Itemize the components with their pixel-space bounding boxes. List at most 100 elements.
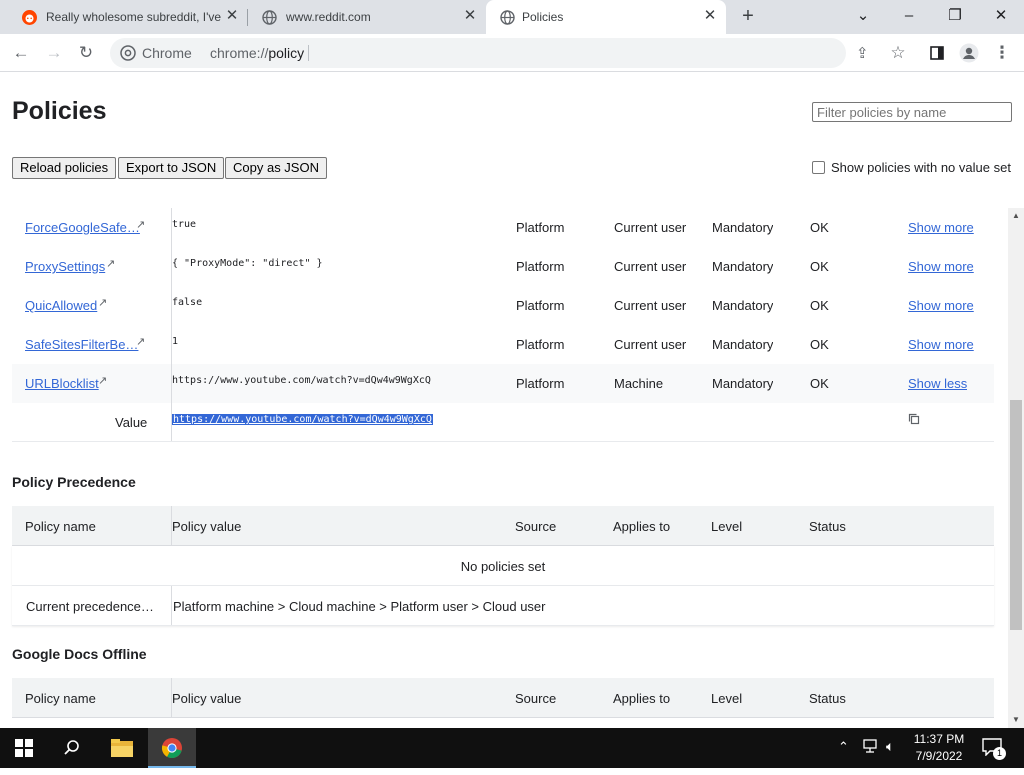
globe-icon	[262, 10, 277, 25]
show-more-link[interactable]: Show more	[908, 337, 974, 352]
notification-count-badge: 1	[993, 747, 1006, 760]
search-icon[interactable]	[48, 728, 96, 768]
policy-name-link[interactable]: ForceGoogleSafe…	[25, 220, 147, 235]
system-clock[interactable]: 11:37 PM 7/9/2022	[908, 731, 970, 765]
show-hidden-icons-chevron-icon[interactable]: ⌃	[838, 739, 849, 755]
reddit-icon	[22, 10, 37, 25]
table-header: Policy name Policy value Source Applies …	[12, 506, 994, 546]
policy-source: Platform	[516, 259, 565, 274]
policy-value: https://www.youtube.com/watch?v=dQw4w9Wg…	[172, 375, 431, 386]
table-row: ForceGoogleSafe… ↗ true Platform Current…	[12, 208, 994, 247]
column-header: Status	[809, 519, 846, 534]
show-less-link[interactable]: Show less	[908, 376, 967, 391]
show-more-link[interactable]: Show more	[908, 220, 974, 235]
policy-applies-to: Current user	[614, 337, 687, 352]
column-header: Policy name	[25, 519, 96, 534]
policy-name-link[interactable]: QuicAllowed	[25, 298, 147, 313]
section-heading: Google Docs Offline	[12, 646, 147, 662]
external-link-icon[interactable]: ↗	[136, 337, 147, 348]
column-header: Applies to	[613, 519, 671, 534]
table-row: QuicAllowed ↗ false Platform Current use…	[12, 286, 994, 325]
minimize-button[interactable]: –	[886, 0, 932, 34]
policy-tables: ForceGoogleSafe… ↗ true Platform Current…	[0, 208, 1008, 728]
external-link-icon[interactable]: ↗	[136, 220, 147, 231]
scroll-up-arrow-icon[interactable]: ▲	[1011, 211, 1021, 221]
tab-reddit[interactable]: www.reddit.com ✕	[248, 0, 486, 34]
back-button[interactable]: ←	[8, 40, 34, 66]
url-text[interactable]: chrome://policy	[210, 45, 304, 61]
bookmark-star-icon[interactable]: ☆	[885, 40, 911, 66]
close-tab-icon[interactable]: ✕	[223, 7, 241, 25]
value-label: Value	[115, 415, 148, 430]
page-scrollbar[interactable]: ▲ ▼	[1008, 208, 1024, 728]
tab-policies[interactable]: Policies ✕	[486, 0, 726, 34]
policy-status: OK	[810, 376, 829, 391]
forward-button[interactable]: →	[41, 40, 67, 66]
profile-avatar[interactable]	[956, 40, 982, 66]
share-icon[interactable]: ⇪	[856, 44, 869, 62]
policy-value: { "ProxyMode": "direct" }	[172, 258, 323, 269]
close-tab-icon[interactable]: ✕	[461, 7, 479, 25]
policy-value-detail-row: Value https://www.youtube.com/watch?v=dQ…	[12, 403, 994, 442]
windows-taskbar: ⌃ 🔈︎ 11:37 PM 7/9/2022 1	[0, 728, 1024, 768]
external-link-icon[interactable]: ↗	[98, 298, 109, 309]
tab-reddit-post[interactable]: Really wholesome subreddit, I've ✕	[8, 0, 248, 34]
restore-button[interactable]: ❐	[932, 0, 978, 34]
show-more-link[interactable]: Show more	[908, 298, 974, 313]
policy-source: Platform	[516, 376, 565, 391]
no-value-checkbox[interactable]	[812, 161, 825, 174]
empty-message: No policies set	[460, 559, 546, 574]
policy-status: OK	[810, 220, 829, 235]
chrome-icon[interactable]	[120, 45, 136, 61]
side-panel-icon[interactable]	[924, 40, 950, 66]
chrome-taskbar-icon[interactable]	[148, 728, 196, 768]
filter-policies-input[interactable]	[812, 102, 1012, 122]
reload-policies-button[interactable]: Reload policies	[12, 157, 117, 179]
address-bar[interactable]: Chrome chrome://policy ⇪	[110, 38, 869, 68]
copy-json-button[interactable]: Copy as JSON	[225, 157, 327, 179]
policy-level: Mandatory	[712, 298, 774, 313]
table-row: ProxySettings ↗ { "ProxyMode": "direct" …	[12, 247, 994, 286]
policy-applies-to: Current user	[614, 220, 687, 235]
scroll-down-arrow-icon[interactable]: ▼	[1011, 715, 1021, 725]
show-no-value-toggle[interactable]: Show policies with no value set	[812, 160, 1011, 175]
volume-icon[interactable]: 🔈︎	[886, 738, 894, 755]
menu-kebab-icon[interactable]: ⋮	[989, 40, 1015, 66]
browser-toolbar: ← → ↻ Chrome chrome://policy ⇪ ☆ ⋮	[0, 34, 1024, 72]
column-header: Source	[515, 519, 557, 534]
show-more-link[interactable]: Show more	[908, 259, 974, 274]
column-header: Level	[711, 519, 743, 534]
policy-source: Platform	[516, 220, 565, 235]
policy-name-link[interactable]: SafeSitesFilterBe…	[25, 337, 147, 352]
policy-level: Mandatory	[712, 259, 774, 274]
tab-search-button[interactable]: ⌄	[840, 0, 886, 34]
reload-button[interactable]: ↻	[73, 40, 99, 66]
column-header: Level	[711, 691, 743, 706]
url-prefix: chrome://	[210, 45, 269, 61]
policy-status: OK	[810, 259, 829, 274]
selected-value-text[interactable]: https://www.youtube.com/watch?v=dQw4w9Wg…	[172, 414, 433, 425]
column-header: Policy name	[25, 691, 96, 706]
scrollbar-thumb[interactable]	[1010, 400, 1022, 630]
precedence-row: Current precedence… Platform machine > C…	[12, 586, 994, 626]
column-divider	[171, 586, 172, 625]
file-explorer-icon[interactable]	[98, 728, 146, 768]
policy-applies-to: Current user	[614, 259, 687, 274]
column-header: Policy value	[172, 691, 242, 706]
start-button[interactable]	[0, 728, 48, 768]
close-tab-icon[interactable]: ✕	[701, 7, 719, 25]
close-window-button[interactable]: ✕	[978, 0, 1024, 34]
url-path: policy	[268, 45, 305, 61]
network-icon[interactable]	[862, 738, 880, 757]
export-json-button[interactable]: Export to JSON	[118, 157, 225, 179]
notification-center-icon[interactable]: 1	[982, 738, 1006, 760]
policy-name-link[interactable]: ProxySettings	[25, 259, 147, 274]
policy-name-link[interactable]: URLBlocklist	[25, 376, 147, 391]
external-link-icon[interactable]: ↗	[106, 259, 117, 270]
precedence-value: Platform machine > Cloud machine > Platf…	[173, 599, 546, 614]
clock-date: 7/9/2022	[915, 749, 963, 763]
new-tab-button[interactable]: +	[737, 6, 759, 28]
policy-applies-to: Machine	[614, 376, 664, 391]
external-link-icon[interactable]: ↗	[98, 376, 109, 387]
copy-icon[interactable]	[908, 413, 922, 427]
